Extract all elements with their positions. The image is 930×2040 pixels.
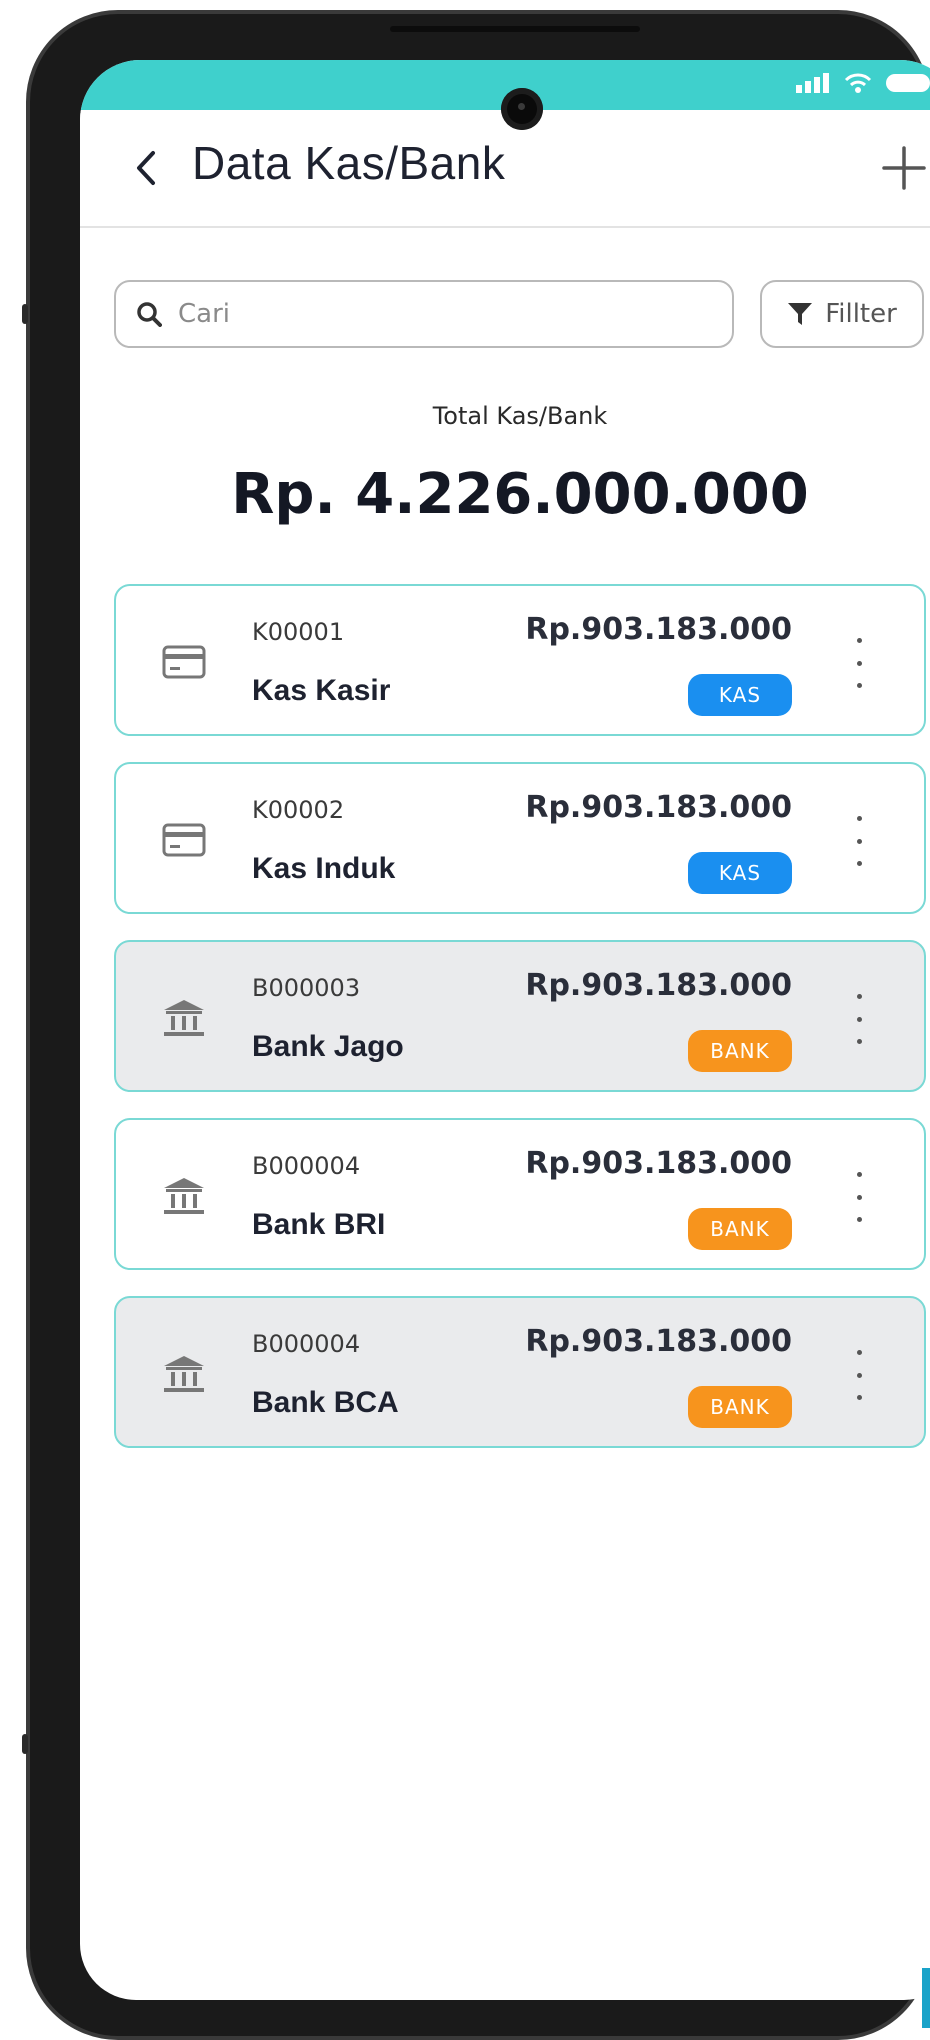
chevron-left-icon — [137, 151, 155, 185]
phone-side-button — [22, 1734, 28, 1754]
page-title: Data Kas/Bank — [192, 137, 506, 189]
account-name: Kas Kasir — [252, 674, 391, 707]
bank-icon — [162, 1354, 206, 1394]
kebab-menu-icon — [856, 638, 862, 643]
account-card[interactable]: B000003 Bank Jago Rp.903.183.000 BANK — [114, 940, 926, 1092]
type-badge: BANK — [688, 1386, 792, 1428]
total-label: Total Kas/Bank — [432, 402, 608, 430]
kebab-menu-icon — [856, 816, 862, 821]
add-button[interactable] — [880, 144, 928, 192]
account-card[interactable]: K00001 Kas Kasir Rp.903.183.000 KAS — [114, 584, 926, 736]
more-options-button[interactable] — [844, 1172, 874, 1222]
account-card[interactable]: K00002 Kas Induk Rp.903.183.000 KAS — [114, 762, 926, 914]
phone-speaker — [390, 26, 640, 32]
kebab-menu-icon — [856, 1172, 862, 1177]
filter-label: Fillter — [825, 299, 897, 329]
type-badge: BANK — [688, 1208, 792, 1250]
back-button[interactable] — [128, 148, 164, 188]
front-camera — [501, 88, 543, 130]
account-name: Bank BCA — [252, 1386, 399, 1419]
signal-icon — [796, 73, 829, 93]
card-icon — [162, 642, 206, 682]
account-amount: Rp.903.183.000 — [525, 1146, 792, 1181]
kebab-menu-icon — [856, 1350, 862, 1355]
account-amount: Rp.903.183.000 — [525, 790, 792, 825]
search-box[interactable] — [114, 280, 734, 348]
search-icon — [137, 302, 162, 327]
more-options-button[interactable] — [844, 994, 874, 1044]
search-input[interactable] — [176, 298, 660, 330]
account-list: K00001 Kas Kasir Rp.903.183.000 KAS K000… — [114, 584, 926, 1474]
account-code: B000004 — [252, 1330, 361, 1358]
account-name: Kas Induk — [252, 852, 396, 885]
account-code: B000004 — [252, 1152, 361, 1180]
account-card[interactable]: B000004 Bank BCA Rp.903.183.000 BANK — [114, 1296, 926, 1448]
more-options-button[interactable] — [844, 1350, 874, 1400]
card-icon — [162, 820, 206, 860]
account-name: Bank BRI — [252, 1208, 386, 1241]
corner-accent — [922, 1968, 930, 2028]
account-code: K00001 — [252, 618, 345, 646]
plus-icon — [882, 146, 926, 190]
type-badge: KAS — [688, 674, 792, 716]
total-value: Rp. 4.226.000.000 — [231, 462, 809, 527]
app-screen: Data Kas/Bank Fillter Total Kas/Bank Rp.… — [80, 60, 930, 2000]
more-options-button[interactable] — [844, 638, 874, 688]
battery-icon — [886, 74, 930, 92]
account-name: Bank Jago — [252, 1030, 404, 1063]
account-amount: Rp.903.183.000 — [525, 612, 792, 647]
more-options-button[interactable] — [844, 816, 874, 866]
bank-icon — [162, 1176, 206, 1216]
phone-frame: Data Kas/Bank Fillter Total Kas/Bank Rp.… — [22, 10, 930, 2040]
account-amount: Rp.903.183.000 — [525, 1324, 792, 1359]
account-code: K00002 — [252, 796, 345, 824]
phone-side-button — [22, 304, 28, 324]
app-header: Data Kas/Bank — [80, 110, 930, 228]
wifi-icon — [844, 73, 872, 93]
type-badge: BANK — [688, 1030, 792, 1072]
account-code: B000003 — [252, 974, 361, 1002]
bank-icon — [162, 998, 206, 1038]
filter-button[interactable]: Fillter — [760, 280, 924, 348]
account-card[interactable]: B000004 Bank BRI Rp.903.183.000 BANK — [114, 1118, 926, 1270]
type-badge: KAS — [688, 852, 792, 894]
account-amount: Rp.903.183.000 — [525, 968, 792, 1003]
kebab-menu-icon — [856, 994, 862, 999]
filter-icon — [788, 303, 813, 325]
